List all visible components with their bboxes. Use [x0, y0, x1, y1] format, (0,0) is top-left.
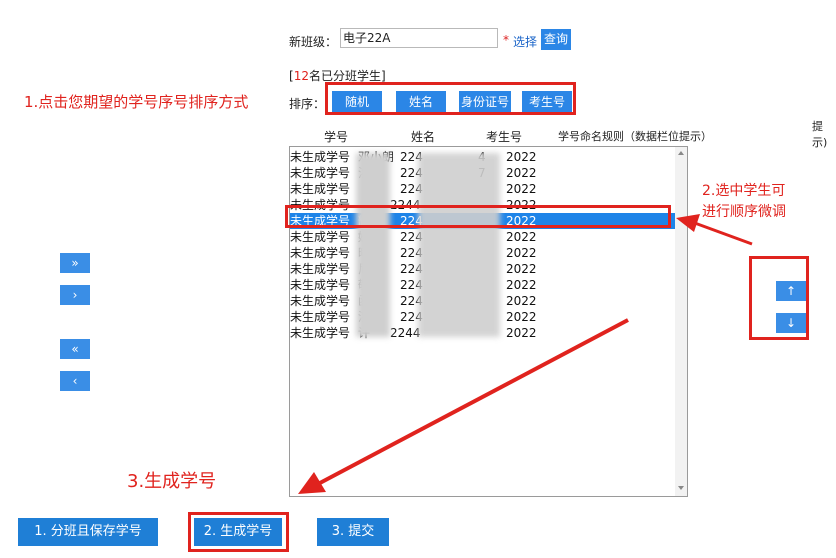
annotation-arrows — [298, 214, 753, 494]
submit-button[interactable]: 3. 提交 — [317, 518, 389, 546]
save-class-button[interactable]: 1. 分班且保存学号 — [18, 518, 158, 546]
annotation-step3: 3.生成学号 — [127, 471, 217, 492]
highlight-generate-box — [188, 512, 289, 552]
arrow-step2-head — [676, 214, 700, 232]
arrow-step3-line — [317, 318, 629, 486]
arrow-step2-line — [691, 220, 753, 246]
